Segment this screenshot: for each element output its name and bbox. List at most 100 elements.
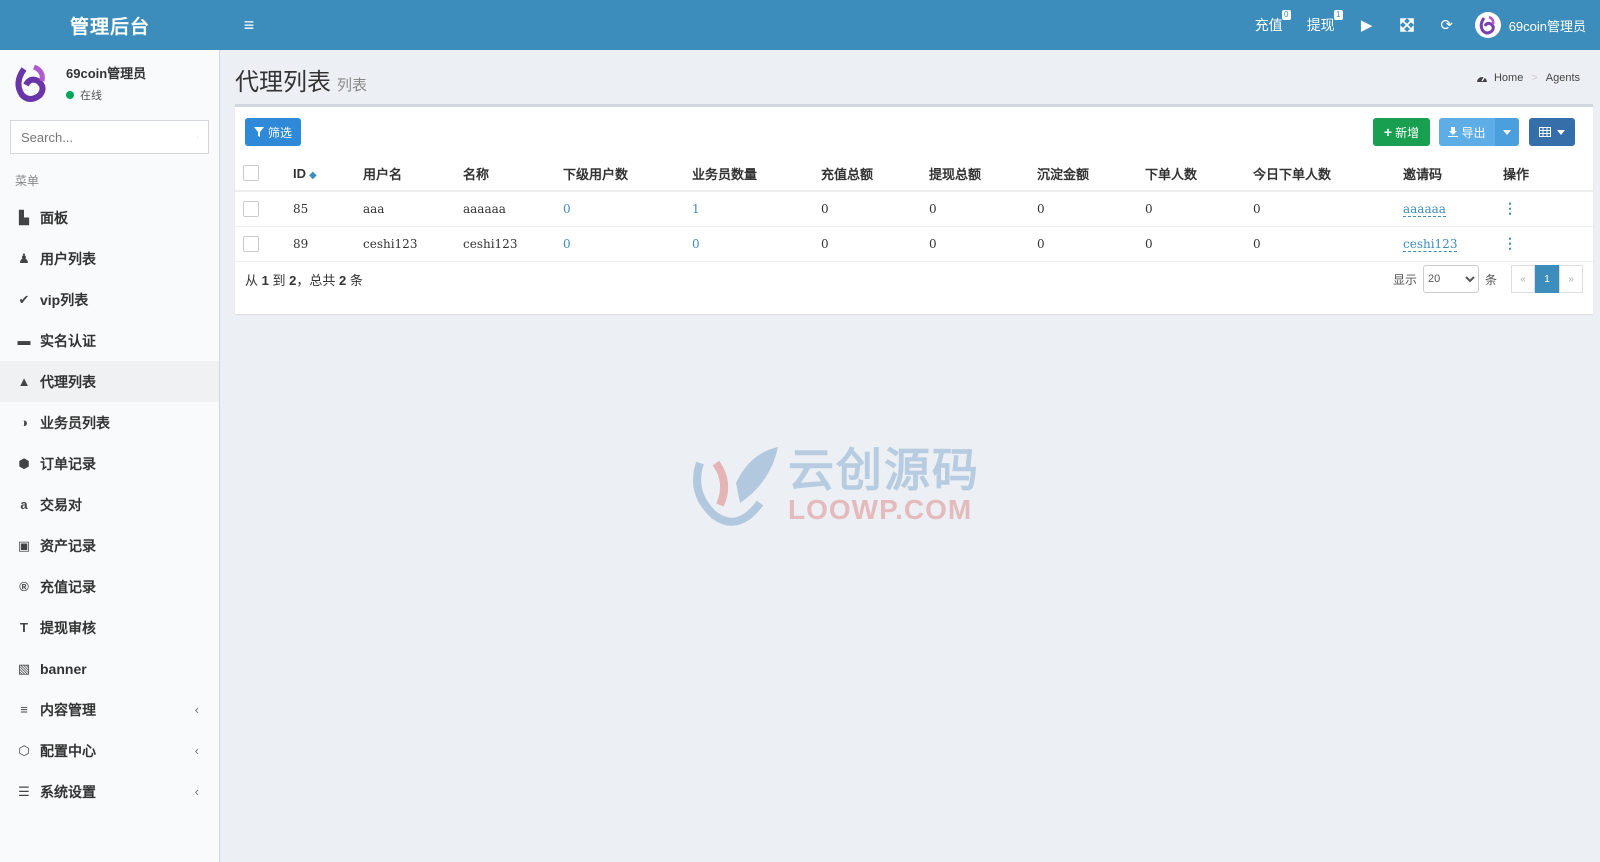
recharge-nav-link[interactable]: 充值 0	[1243, 0, 1295, 50]
sidebar-user-name: 69coin管理员	[66, 66, 147, 81]
sidebar-item-banner[interactable]: ▧ banner	[0, 648, 219, 689]
table-icon	[1539, 127, 1551, 137]
pagination-info: 从 1 到 2，总共 2 条	[245, 270, 363, 289]
sidebar-item-vip[interactable]: ✔ vip列表	[0, 279, 219, 320]
breadcrumb-home[interactable]: Home	[1494, 72, 1523, 84]
col-id-label: ID	[293, 165, 306, 181]
sidebar-item-dashboard[interactable]: ▙ 面板	[0, 197, 219, 238]
info-total: 2	[339, 273, 347, 288]
prev-page-button[interactable]: «	[1511, 265, 1535, 293]
sidebar-item-salesmen[interactable]: ◑ 业务员列表	[0, 402, 219, 443]
table-row: 85 aaa aaaaaa 0 1 0 0 0 0 0 aaaaaa ⋮	[235, 191, 1593, 227]
sidebar-item-content[interactable]: ≡ 内容管理 ‹	[0, 689, 219, 730]
cell-invite-code: aaaaaa	[1403, 191, 1503, 227]
page-size-label: 显示	[1392, 272, 1417, 287]
search-icon[interactable]	[197, 130, 198, 144]
sidebar-search	[10, 120, 209, 154]
row-checkbox[interactable]	[243, 235, 259, 252]
sidebar-item-pairs[interactable]: a 交易对	[0, 484, 219, 525]
col-salesmen: 业务员数量	[692, 156, 821, 192]
app-logo[interactable]: 管理后台	[0, 0, 220, 50]
col-withdraw-total: 提现总额	[929, 156, 1037, 192]
cell-settled-amount: 0	[1037, 226, 1145, 262]
top-navbar: 管理后台 ≡ 充值 0 提现 1 ▶ ⟳ 69coin管理员	[0, 0, 1600, 50]
cell-salesmen: 1	[692, 191, 821, 227]
sort-icon[interactable]: ◆	[309, 170, 317, 181]
agents-table: ID ◆ 用户名 名称 下级用户数 业务员数量 充值总额 提现总额 沉淀金额 下单…	[235, 156, 1593, 262]
next-page-button[interactable]: »	[1559, 265, 1583, 293]
cell-sub-users: 0	[563, 191, 692, 227]
salesmen-link[interactable]: 0	[692, 237, 700, 251]
withdraw-nav-link[interactable]: 提现 1	[1295, 0, 1347, 50]
check-circle-icon: ✔	[18, 291, 30, 307]
sidebar-item-label: banner	[40, 660, 87, 677]
cell-recharge-total: 0	[821, 191, 929, 227]
invite-code-link[interactable]: aaaaaa	[1403, 201, 1446, 217]
sidebar-item-label: 面板	[40, 209, 68, 226]
add-button[interactable]: + 新增	[1373, 118, 1430, 146]
sidebar-item-system[interactable]: ☰ 系统设置 ‹	[0, 771, 219, 812]
page-1-button[interactable]: 1	[1535, 265, 1559, 293]
filter-icon	[253, 127, 264, 137]
cell-today-order-users: 0	[1253, 191, 1403, 227]
caret-circle-icon: ▲	[17, 374, 31, 389]
invite-code-link[interactable]: ceshi123	[1403, 236, 1458, 252]
cell-name: ceshi123	[463, 226, 563, 262]
cog-icon: ⬡	[18, 742, 30, 758]
sidebar: 69coin管理员 在线 菜单 ▙ 面板 ♟ 用户列表 ✔ vip列表 ▬ 实名认证 ▲…	[0, 50, 220, 862]
col-today-order-users: 今日下单人数	[1253, 156, 1403, 192]
col-id[interactable]: ID ◆	[293, 156, 363, 192]
user-menu[interactable]: 69coin管理员	[1467, 12, 1594, 38]
export-button[interactable]: 导出	[1439, 118, 1495, 146]
page-title: 代理列表 列表	[235, 62, 367, 97]
table-row: 89 ceshi123 ceshi123 0 0 0 0 0 0 0 ceshi…	[235, 226, 1593, 262]
credit-card-icon: ▬	[17, 333, 31, 348]
page-title-text: 代理列表	[235, 69, 331, 96]
chevron-left-icon: ‹	[194, 784, 199, 799]
sub-users-link[interactable]: 0	[563, 237, 571, 251]
text-height-icon: T	[20, 620, 28, 635]
export-dropdown-toggle[interactable]	[1495, 118, 1519, 146]
user-panel: 69coin管理员 在线	[0, 50, 219, 116]
sidebar-item-assets[interactable]: ▣ 资产记录	[0, 525, 219, 566]
row-checkbox[interactable]	[243, 200, 259, 217]
sidebar-item-agents[interactable]: ▲ 代理列表	[0, 361, 219, 402]
search-input[interactable]	[21, 129, 197, 145]
withdraw-badge: 1	[1333, 10, 1343, 20]
columns-toggle-button[interactable]	[1529, 118, 1575, 146]
col-order-users: 下单人数	[1145, 156, 1253, 192]
sidebar-item-verification[interactable]: ▬ 实名认证	[0, 320, 219, 361]
user-status: 在线	[66, 87, 146, 103]
cell-withdraw-total: 0	[929, 191, 1037, 227]
col-recharge-total: 充值总额	[821, 156, 929, 192]
select-all-checkbox[interactable]	[243, 165, 259, 181]
sub-users-link[interactable]: 0	[563, 202, 571, 216]
sidebar-item-users[interactable]: ♟ 用户列表	[0, 238, 219, 279]
filter-button[interactable]: 筛选	[245, 118, 301, 146]
more-actions-icon[interactable]: ⋮	[1503, 235, 1517, 251]
sidebar-item-config[interactable]: ⬡ 配置中心 ‹	[0, 730, 219, 771]
col-username: 用户名	[363, 156, 463, 192]
sidebar-item-orders[interactable]: ⬢ 订单记录	[0, 443, 219, 484]
sidebar-toggle-icon[interactable]: ≡	[234, 15, 264, 36]
more-actions-icon[interactable]: ⋮	[1503, 200, 1517, 216]
refresh-icon[interactable]: ⟳	[1427, 0, 1467, 50]
sidebar-item-label: 资产记录	[40, 537, 96, 554]
plus-icon: +	[1383, 124, 1393, 140]
cell-withdraw-total: 0	[929, 226, 1037, 262]
salesmen-link[interactable]: 1	[692, 202, 700, 216]
sidebar-item-recharges[interactable]: ® 充值记录	[0, 566, 219, 607]
info-from-label: 从	[245, 273, 259, 288]
cell-actions: ⋮	[1503, 226, 1593, 262]
cell-recharge-total: 0	[821, 226, 929, 262]
play-icon[interactable]: ▶	[1347, 0, 1387, 50]
sidebar-item-label: 提现审核	[40, 619, 96, 636]
sidebar-item-label: 订单记录	[40, 455, 96, 472]
area-chart-icon: ▙	[19, 209, 29, 225]
sidebar-item-withdrawals[interactable]: T 提现审核	[0, 607, 219, 648]
page-size-select[interactable]: 20	[1422, 265, 1479, 293]
watermark-logo-icon	[693, 447, 778, 526]
breadcrumb-current: Agents	[1545, 72, 1580, 84]
fullscreen-icon[interactable]	[1387, 0, 1427, 50]
recharge-label: 充值	[1254, 17, 1283, 33]
